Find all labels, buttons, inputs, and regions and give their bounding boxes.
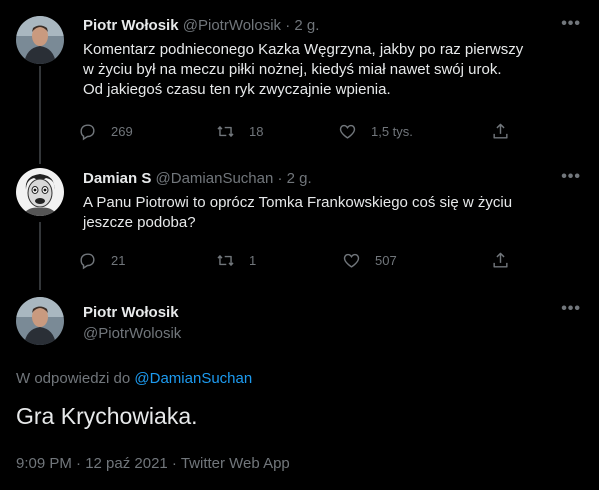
share-icon [493, 123, 508, 139]
reply-button[interactable]: 269 [78, 122, 133, 141]
reply-to-link[interactable]: @DamianSuchan [134, 370, 252, 387]
like-button[interactable]: 1,5 tys. [338, 122, 413, 141]
reply-icon [80, 124, 95, 141]
retweet-count: 18 [249, 124, 264, 139]
reply-icon [80, 253, 95, 270]
retweet-count: 1 [249, 253, 257, 268]
tweet-1-actions: 269 18 1,5 tys. [78, 122, 518, 142]
tweet-2[interactable]: Damian S @DamianSuchan · 2 g. ••• A Panu… [0, 160, 599, 288]
tweet-2-header: Damian S @DamianSuchan · 2 g. [83, 170, 312, 187]
retweet-button[interactable]: 1 [216, 251, 256, 270]
tweet-meta[interactable]: 9:09 PM · 12 paź 2021 · Twitter Web App [16, 455, 290, 472]
timestamp[interactable]: 2 g. [294, 17, 319, 34]
like-count: 507 [375, 253, 397, 268]
author-handle[interactable]: @PiotrWolosik [183, 17, 281, 34]
timestamp[interactable]: 2 g. [287, 170, 312, 187]
avatar-damian[interactable] [16, 168, 64, 216]
share-button[interactable] [491, 251, 524, 270]
tweet-line: A Panu Piotrowi to oprócz Tomka Frankows… [83, 194, 513, 211]
author-name[interactable]: Damian S [83, 170, 151, 187]
like-icon [343, 253, 360, 268]
avatar-piotr-main[interactable] [16, 297, 64, 345]
tweet-text: Komentarz podnieconego Kazka Węgrzyna, j… [83, 40, 583, 100]
more-icon[interactable]: ••• [561, 15, 581, 33]
reply-count: 21 [111, 253, 126, 268]
reply-count: 269 [111, 124, 133, 139]
author-name[interactable]: Piotr Wołosik [83, 17, 179, 34]
share-button[interactable] [491, 122, 524, 141]
tweet-1[interactable]: Piotr Wołosik @PiotrWolosik · 2 g. ••• K… [0, 0, 599, 160]
retweet-icon [217, 126, 234, 137]
tweet-line: Od jakiegoś czasu ten ryk zwyczajnie wpi… [83, 81, 391, 98]
more-icon[interactable]: ••• [561, 300, 581, 318]
reply-button[interactable]: 21 [78, 251, 125, 270]
like-count: 1,5 tys. [371, 124, 413, 139]
tweet-line: Komentarz podnieconego Kazka Węgrzyna, j… [83, 41, 524, 58]
separator: · [285, 17, 291, 34]
reply-context: W odpowiedzi do @DamianSuchan [16, 370, 252, 387]
tweet-2-actions: 21 1 507 [78, 251, 518, 271]
retweet-icon [217, 255, 234, 266]
avatar-piotr[interactable] [16, 16, 64, 64]
tweet-text: A Panu Piotrowi to oprócz Tomka Frankows… [83, 193, 583, 233]
tweet-1-header: Piotr Wołosik @PiotrWolosik · 2 g. [83, 17, 319, 34]
tweet-line: w życiu był na meczu piłki nożnej, kiedy… [83, 61, 502, 78]
separator: · [277, 170, 283, 187]
reply-prefix: W odpowiedzi do [16, 370, 131, 387]
share-icon [493, 252, 508, 268]
retweet-button[interactable]: 18 [216, 122, 263, 141]
main-author-name[interactable]: Piotr Wołosik [83, 304, 179, 321]
tweet-line: jeszcze podoba? [83, 214, 196, 231]
more-icon[interactable]: ••• [561, 168, 581, 186]
main-author-handle[interactable]: @PiotrWolosik [83, 325, 181, 342]
author-handle[interactable]: @DamianSuchan [156, 170, 274, 187]
like-icon [339, 124, 356, 139]
main-tweet-text: Gra Krychowiaka. [16, 403, 198, 429]
like-button[interactable]: 507 [342, 251, 397, 270]
